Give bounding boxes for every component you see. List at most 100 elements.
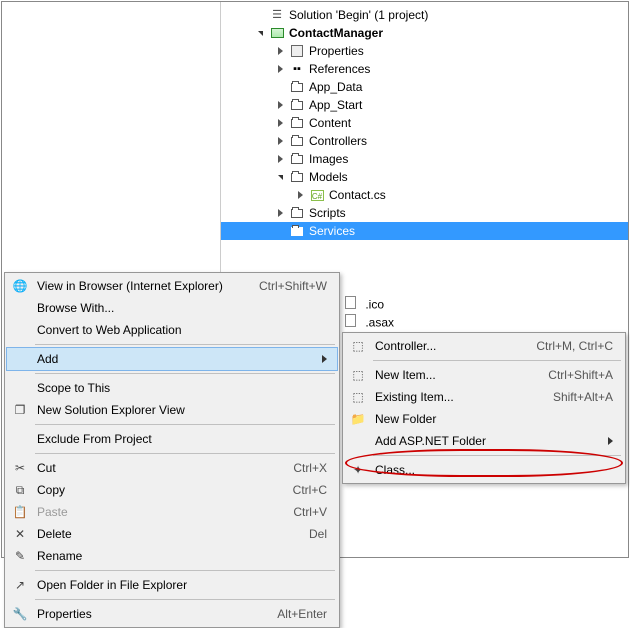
- menu-add-existing-item[interactable]: ⬚ Existing Item... Shift+Alt+A: [345, 386, 623, 408]
- menu-separator: [373, 360, 621, 361]
- node-label: Controllers: [309, 132, 367, 150]
- open-folder-icon: ↗: [12, 577, 28, 593]
- peek-row-asax[interactable]: .asax: [342, 312, 394, 330]
- folder-icon: [289, 223, 305, 239]
- rename-icon: ✎: [12, 548, 28, 564]
- node-label: Images: [309, 150, 348, 168]
- menu-scope-to-this[interactable]: Scope to This: [7, 377, 337, 399]
- existing-item-icon: ⬚: [350, 389, 366, 405]
- expander-closed-icon[interactable]: [273, 98, 287, 112]
- expander-closed-icon[interactable]: [273, 116, 287, 130]
- tree-node-images[interactable]: Images: [221, 150, 628, 168]
- tree-node-contactcs[interactable]: C# Contact.cs: [221, 186, 628, 204]
- folder-icon: [289, 115, 305, 131]
- context-menu-add-submenu: ⬚ Controller... Ctrl+M, Ctrl+C ⬚ New Ite…: [342, 332, 626, 484]
- tree-node-properties[interactable]: Properties: [221, 42, 628, 60]
- file-icon: [342, 312, 358, 328]
- menu-view-in-browser[interactable]: 🌐 View in Browser (Internet Explorer) Ct…: [7, 275, 337, 297]
- menu-add-controller[interactable]: ⬚ Controller... Ctrl+M, Ctrl+C: [345, 335, 623, 357]
- expander-icon[interactable]: [253, 8, 267, 22]
- cut-icon: ✂: [12, 460, 28, 476]
- expander-closed-icon[interactable]: [273, 152, 287, 166]
- menu-separator: [35, 570, 335, 571]
- node-label: Services: [309, 222, 355, 240]
- copy-icon: ⧉: [12, 482, 28, 498]
- tree-node-models[interactable]: Models: [221, 168, 628, 186]
- menu-add[interactable]: Add: [7, 348, 337, 370]
- expander-closed-icon[interactable]: [273, 44, 287, 58]
- window-icon: ❐: [12, 402, 28, 418]
- folder-icon: [289, 133, 305, 149]
- expander-none: [241, 224, 255, 238]
- controller-icon: ⬚: [350, 338, 366, 354]
- file-icon: [342, 294, 358, 310]
- menu-separator: [35, 373, 335, 374]
- node-label: Models: [309, 168, 348, 186]
- solution-label: Solution 'Begin' (1 project): [289, 6, 428, 24]
- tree-node-appdata[interactable]: App_Data: [221, 78, 628, 96]
- wrench-icon: [289, 43, 305, 59]
- solution-icon: ☰: [269, 7, 285, 23]
- node-label: App_Start: [309, 96, 362, 114]
- menu-delete[interactable]: ✕ Delete Del: [7, 523, 337, 545]
- tree-node-services-selected[interactable]: Services: [221, 222, 628, 240]
- menu-convert-to-web[interactable]: Convert to Web Application: [7, 319, 337, 341]
- shortcut-label: Ctrl+Shift+W: [259, 279, 327, 293]
- references-icon: ▪▪: [289, 61, 305, 77]
- shortcut-label: Ctrl+Shift+A: [548, 368, 613, 382]
- expander-open-icon[interactable]: [253, 26, 267, 40]
- menu-properties[interactable]: 🔧 Properties Alt+Enter: [7, 603, 337, 625]
- shortcut-label: Ctrl+M, Ctrl+C: [536, 339, 613, 353]
- folder-icon: [289, 79, 305, 95]
- menu-separator: [35, 599, 335, 600]
- menu-copy[interactable]: ⧉ Copy Ctrl+C: [7, 479, 337, 501]
- menu-rename[interactable]: ✎ Rename: [7, 545, 337, 567]
- menu-add-new-item[interactable]: ⬚ New Item... Ctrl+Shift+A: [345, 364, 623, 386]
- folder-icon: [289, 151, 305, 167]
- context-menu-primary: 🌐 View in Browser (Internet Explorer) Ct…: [4, 272, 340, 628]
- menu-add-new-folder[interactable]: 📁 New Folder: [345, 408, 623, 430]
- menu-open-folder[interactable]: ↗ Open Folder in File Explorer: [7, 574, 337, 596]
- menu-separator: [35, 344, 335, 345]
- expander-open-icon[interactable]: [273, 170, 287, 184]
- menu-add-aspnet-folder[interactable]: Add ASP.NET Folder: [345, 430, 623, 452]
- expander-closed-icon[interactable]: [273, 206, 287, 220]
- project-icon: [269, 25, 285, 41]
- expander-closed-icon[interactable]: [273, 134, 287, 148]
- tree-node-references[interactable]: ▪▪ References: [221, 60, 628, 78]
- menu-separator: [35, 453, 335, 454]
- peek-label: .asax: [365, 316, 394, 330]
- folder-icon: [289, 205, 305, 221]
- shortcut-label: Del: [309, 527, 327, 541]
- menu-cut[interactable]: ✂ Cut Ctrl+X: [7, 457, 337, 479]
- solution-node[interactable]: ☰ Solution 'Begin' (1 project): [221, 6, 628, 24]
- peek-label: .ico: [365, 298, 384, 312]
- tree-node-appstart[interactable]: App_Start: [221, 96, 628, 114]
- node-label: App_Data: [309, 78, 362, 96]
- node-label: Scripts: [309, 204, 346, 222]
- tree-node-controllers[interactable]: Controllers: [221, 132, 628, 150]
- delete-icon: ✕: [12, 526, 28, 542]
- menu-new-solution-explorer-view[interactable]: ❐ New Solution Explorer View: [7, 399, 337, 421]
- expander-closed-icon[interactable]: [293, 188, 307, 202]
- expander-none: [273, 80, 287, 94]
- menu-browse-with[interactable]: Browse With...: [7, 297, 337, 319]
- menu-paste: 📋 Paste Ctrl+V: [7, 501, 337, 523]
- menu-add-class[interactable]: ✦ Class...: [345, 459, 623, 481]
- paste-icon: 📋: [12, 504, 28, 520]
- peek-row-ico[interactable]: .ico: [342, 294, 384, 312]
- tree-node-content[interactable]: Content: [221, 114, 628, 132]
- project-label: ContactManager: [289, 24, 383, 42]
- browser-icon: 🌐: [12, 278, 28, 294]
- submenu-arrow-icon: [322, 355, 327, 363]
- new-folder-icon: 📁: [350, 411, 366, 427]
- project-node[interactable]: ContactManager: [221, 24, 628, 42]
- folder-icon: [289, 97, 305, 113]
- folder-icon: [289, 169, 305, 185]
- expander-closed-icon[interactable]: [273, 62, 287, 76]
- shortcut-label: Shift+Alt+A: [553, 390, 613, 404]
- menu-exclude-from-project[interactable]: Exclude From Project: [7, 428, 337, 450]
- node-label: Content: [309, 114, 351, 132]
- menu-separator: [35, 424, 335, 425]
- tree-node-scripts[interactable]: Scripts: [221, 204, 628, 222]
